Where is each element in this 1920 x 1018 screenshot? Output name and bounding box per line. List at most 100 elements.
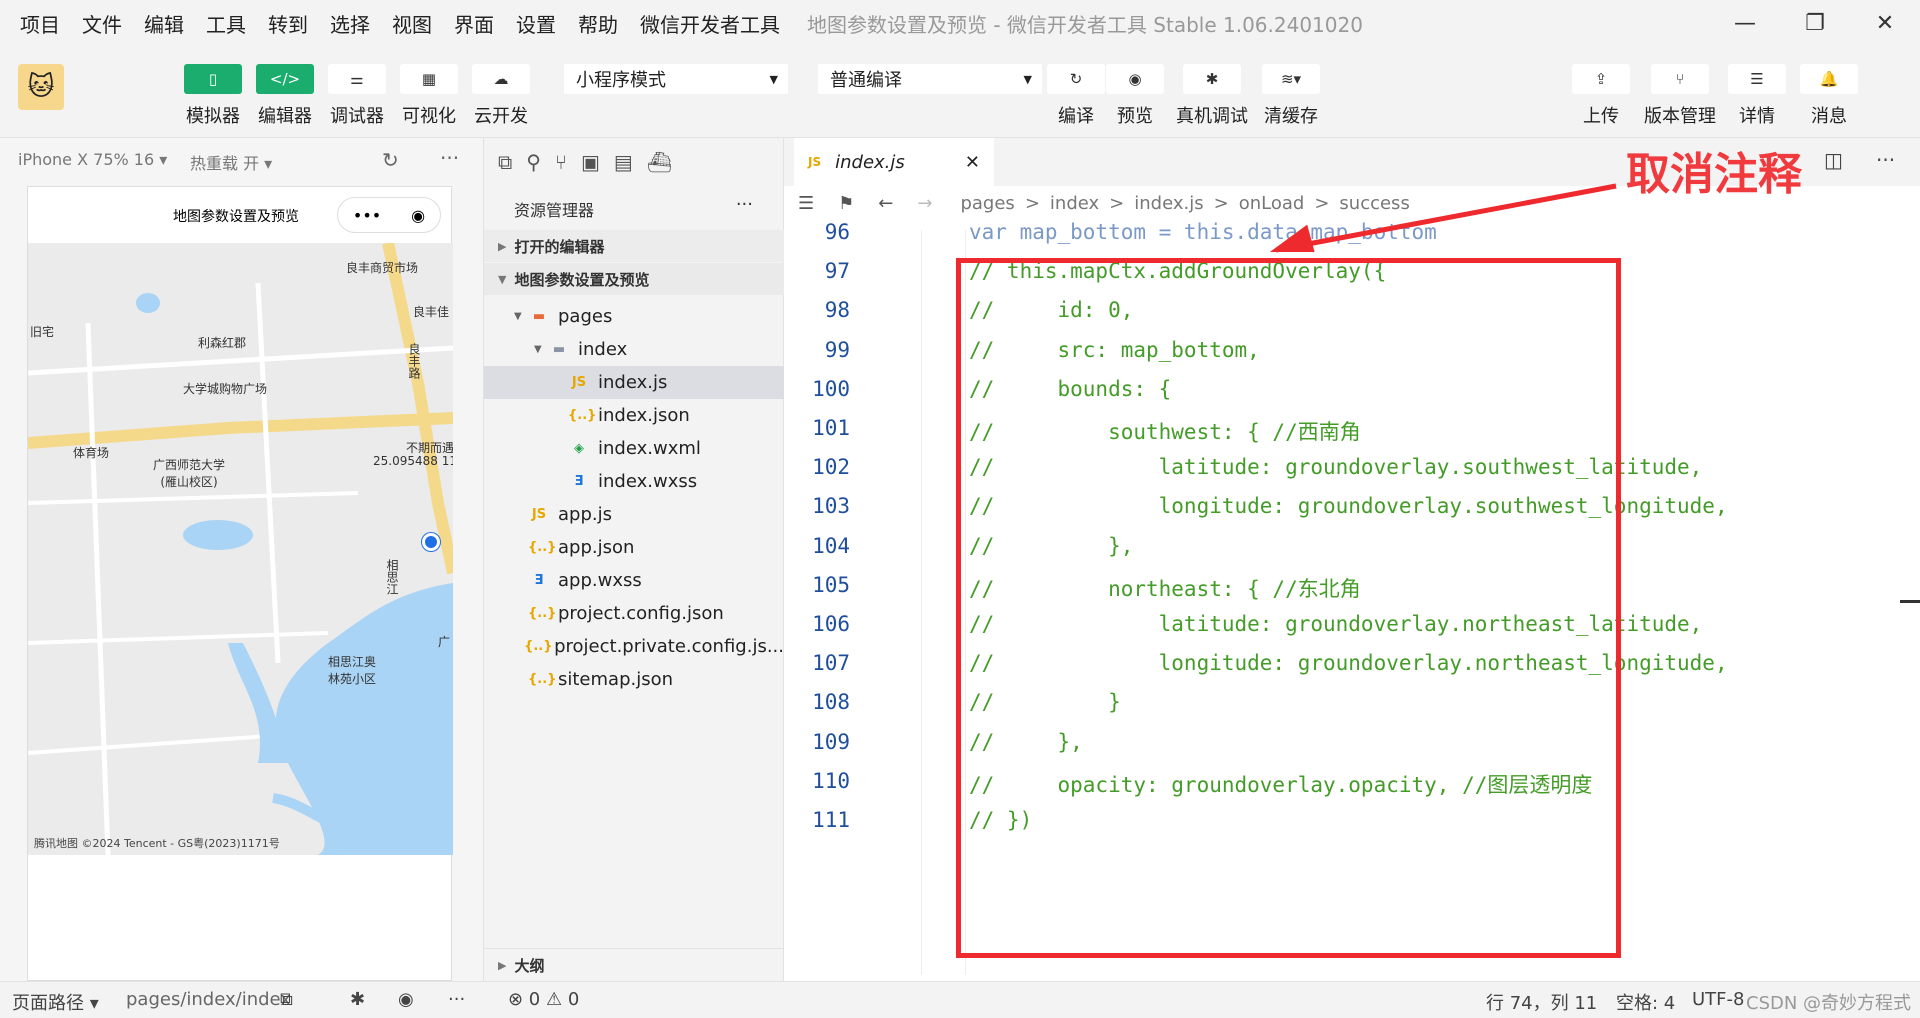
compile-select[interactable]: 普通编译 ▼ xyxy=(818,64,1042,94)
tree-item[interactable]: Ǝindex.wxss xyxy=(484,465,784,498)
visual-button[interactable]: ▦ 可视化 xyxy=(400,64,458,128)
real-debug-button[interactable]: ✱ 真机调试 xyxy=(1176,64,1248,128)
tree-item[interactable]: JS app.js xyxy=(484,498,784,531)
messages-button[interactable]: 🔔 消息 xyxy=(1800,64,1858,128)
preview-button[interactable]: ◉ 预览 xyxy=(1106,64,1164,128)
bookmark-icon[interactable]: ⚑ xyxy=(838,193,854,214)
minimize-button[interactable]: — xyxy=(1710,0,1780,46)
tree-item[interactable]: ▼ ▬ index xyxy=(484,333,784,366)
folder-icon: ▬ xyxy=(552,342,566,357)
close-icon[interactable]: ✕ xyxy=(965,152,980,173)
tree-item[interactable]: {..} project.private.config.js... xyxy=(484,630,784,663)
mode-select[interactable]: 小程序模式 ▼ xyxy=(564,64,788,94)
docker-icon[interactable]: ⛴ xyxy=(647,150,672,174)
maximize-button[interactable]: ❐ xyxy=(1780,0,1850,46)
menu-item[interactable]: 编辑 xyxy=(133,9,195,38)
window-title: 地图参数设置及预览 - 微信开发者工具 Stable 1.06.2401020 xyxy=(807,12,1363,37)
toolbar: 🐱 ▯ 模拟器 </> 编辑器 ⚌ 调试器 ▦ 可视化 ☁ 云开发 小程序模式 … xyxy=(0,46,1920,138)
breadcrumb-item[interactable]: index.js xyxy=(1134,193,1203,214)
scrollbar-marker[interactable] xyxy=(1900,600,1920,603)
tree-item-label: sitemap.json xyxy=(558,669,674,690)
split-editor-icon[interactable]: ◫ xyxy=(1824,148,1843,172)
list-icon[interactable]: ☰ xyxy=(798,193,814,214)
simulator-button[interactable]: ▯ 模拟器 xyxy=(184,64,242,128)
open-editors-section[interactable]: ▶ 打开的编辑器 xyxy=(484,230,784,262)
more-icon[interactable]: ··· xyxy=(1876,148,1895,172)
map-label: 广西师范大学 (雁山校区) xyxy=(153,458,226,489)
json-file-icon: {..} xyxy=(528,540,557,555)
encoding[interactable]: UTF-8 xyxy=(1692,989,1744,1010)
js-file-icon: JS xyxy=(808,155,822,169)
details-button[interactable]: ☰ 详情 xyxy=(1728,64,1786,128)
visual-label: 可视化 xyxy=(402,106,456,127)
more-icon[interactable]: ··· xyxy=(440,146,459,170)
device-select[interactable]: iPhone X 75% 16 ▾ xyxy=(18,150,167,169)
cloud-button[interactable]: ☁ 云开发 xyxy=(472,64,530,128)
eye-icon[interactable]: ◉ xyxy=(398,989,414,1010)
tree-item[interactable]: ▼ ▬ pages xyxy=(484,300,784,333)
more-icon[interactable]: ··· xyxy=(448,989,465,1010)
tree-item[interactable]: {..} project.config.json xyxy=(484,597,784,630)
user-avatar[interactable]: 🐱 xyxy=(18,64,64,110)
tab-index-js[interactable]: JS index.js ✕ xyxy=(794,138,994,186)
debugger-button[interactable]: ⚌ 调试器 xyxy=(328,64,386,128)
breadcrumb-item[interactable]: pages xyxy=(960,193,1014,214)
clear-cache-button[interactable]: ≋▾ 清缓存 xyxy=(1262,64,1320,128)
menu-item[interactable]: 设置 xyxy=(505,9,567,38)
search-icon[interactable]: ⚲ xyxy=(526,150,541,174)
source-control-icon[interactable]: ⑂ xyxy=(555,150,567,174)
close-window-button[interactable]: ✕ xyxy=(1850,0,1920,46)
menu-item[interactable]: 文件 xyxy=(71,9,133,38)
tree-item[interactable]: {..} index.json xyxy=(484,399,784,432)
menu-item[interactable]: 界面 xyxy=(443,9,505,38)
breadcrumb-item[interactable]: index xyxy=(1050,193,1099,214)
files-icon[interactable]: ⧉ xyxy=(498,150,512,174)
code-line[interactable]: var map_bottom = this.data.map_bottom xyxy=(969,220,1437,244)
tree-item-label: index.js xyxy=(598,372,668,393)
tree-item[interactable]: {..} app.json xyxy=(484,531,784,564)
menu-item[interactable]: 视图 xyxy=(381,9,443,38)
location-pin-icon[interactable] xyxy=(422,533,440,551)
indent-setting[interactable]: 空格: 4 xyxy=(1616,989,1675,1015)
rotate-icon[interactable]: ↻ xyxy=(382,148,399,172)
tree-item[interactable]: Ǝapp.wxss xyxy=(484,564,784,597)
hot-reload-toggle[interactable]: 热重载 开 ▾ xyxy=(190,150,272,174)
tree-item[interactable]: JS index.js xyxy=(484,366,784,399)
editor-button[interactable]: </> 编辑器 xyxy=(256,64,314,128)
compile-button[interactable]: ↻ 编译 xyxy=(1047,64,1105,128)
back-arrow-icon[interactable]: ← xyxy=(878,193,893,214)
version-button[interactable]: ⑂ 版本管理 xyxy=(1644,64,1716,128)
breadcrumb-item[interactable]: onLoad xyxy=(1239,193,1305,214)
tree-item[interactable]: ◈ index.wxml xyxy=(484,432,784,465)
compile-label: 编译 xyxy=(1058,106,1094,127)
bug-icon[interactable]: ✱ xyxy=(350,989,365,1010)
tree-item[interactable]: {..} sitemap.json xyxy=(484,663,784,696)
more-icon[interactable]: ··· xyxy=(736,194,753,215)
menu-item[interactable]: 选择 xyxy=(319,9,381,38)
project-section[interactable]: ▼ 地图参数设置及预览 xyxy=(484,263,784,295)
forward-arrow-icon[interactable]: → xyxy=(917,193,932,214)
breadcrumb-item[interactable]: success xyxy=(1339,193,1409,214)
close-circle-icon[interactable]: ◉ xyxy=(411,206,425,225)
layout-icon[interactable]: ▤ xyxy=(614,150,633,174)
problems-count[interactable]: ⊗ 0 ⚠ 0 xyxy=(508,989,579,1010)
menu-item[interactable]: 转到 xyxy=(257,9,319,38)
line-number: 111 xyxy=(812,808,850,832)
page-path-select[interactable]: 页面路径 ▾ xyxy=(12,989,99,1015)
copy-icon[interactable]: ⧉ xyxy=(280,989,293,1010)
map-label: 广 xyxy=(438,635,451,649)
menu-item[interactable]: 工具 xyxy=(195,9,257,38)
extensions-icon[interactable]: ▣ xyxy=(581,150,600,174)
simulator-label: 模拟器 xyxy=(186,106,240,127)
menu-item[interactable]: 微信开发者工具 xyxy=(629,9,791,38)
cursor-position[interactable]: 行 74，列 11 xyxy=(1486,989,1597,1015)
more-dots-icon[interactable]: ••• xyxy=(353,206,381,225)
capsule-menu[interactable]: ••• ◉ xyxy=(337,197,441,233)
outline-section[interactable]: ▶ 大纲 xyxy=(484,948,784,981)
map-view[interactable]: 良丰商贸市场 良丰佳 旧宅 利森红郡 大学城购物广场 良丰路 不期而遇 25.0… xyxy=(28,243,453,855)
menu-item[interactable]: 项目 xyxy=(0,9,71,38)
menu-item[interactable]: 帮助 xyxy=(567,9,629,38)
upload-button[interactable]: ⇪ 上传 xyxy=(1572,64,1630,128)
wxss-file-icon: Ǝ xyxy=(574,474,584,489)
chevron-right-icon: ▶ xyxy=(498,958,507,972)
